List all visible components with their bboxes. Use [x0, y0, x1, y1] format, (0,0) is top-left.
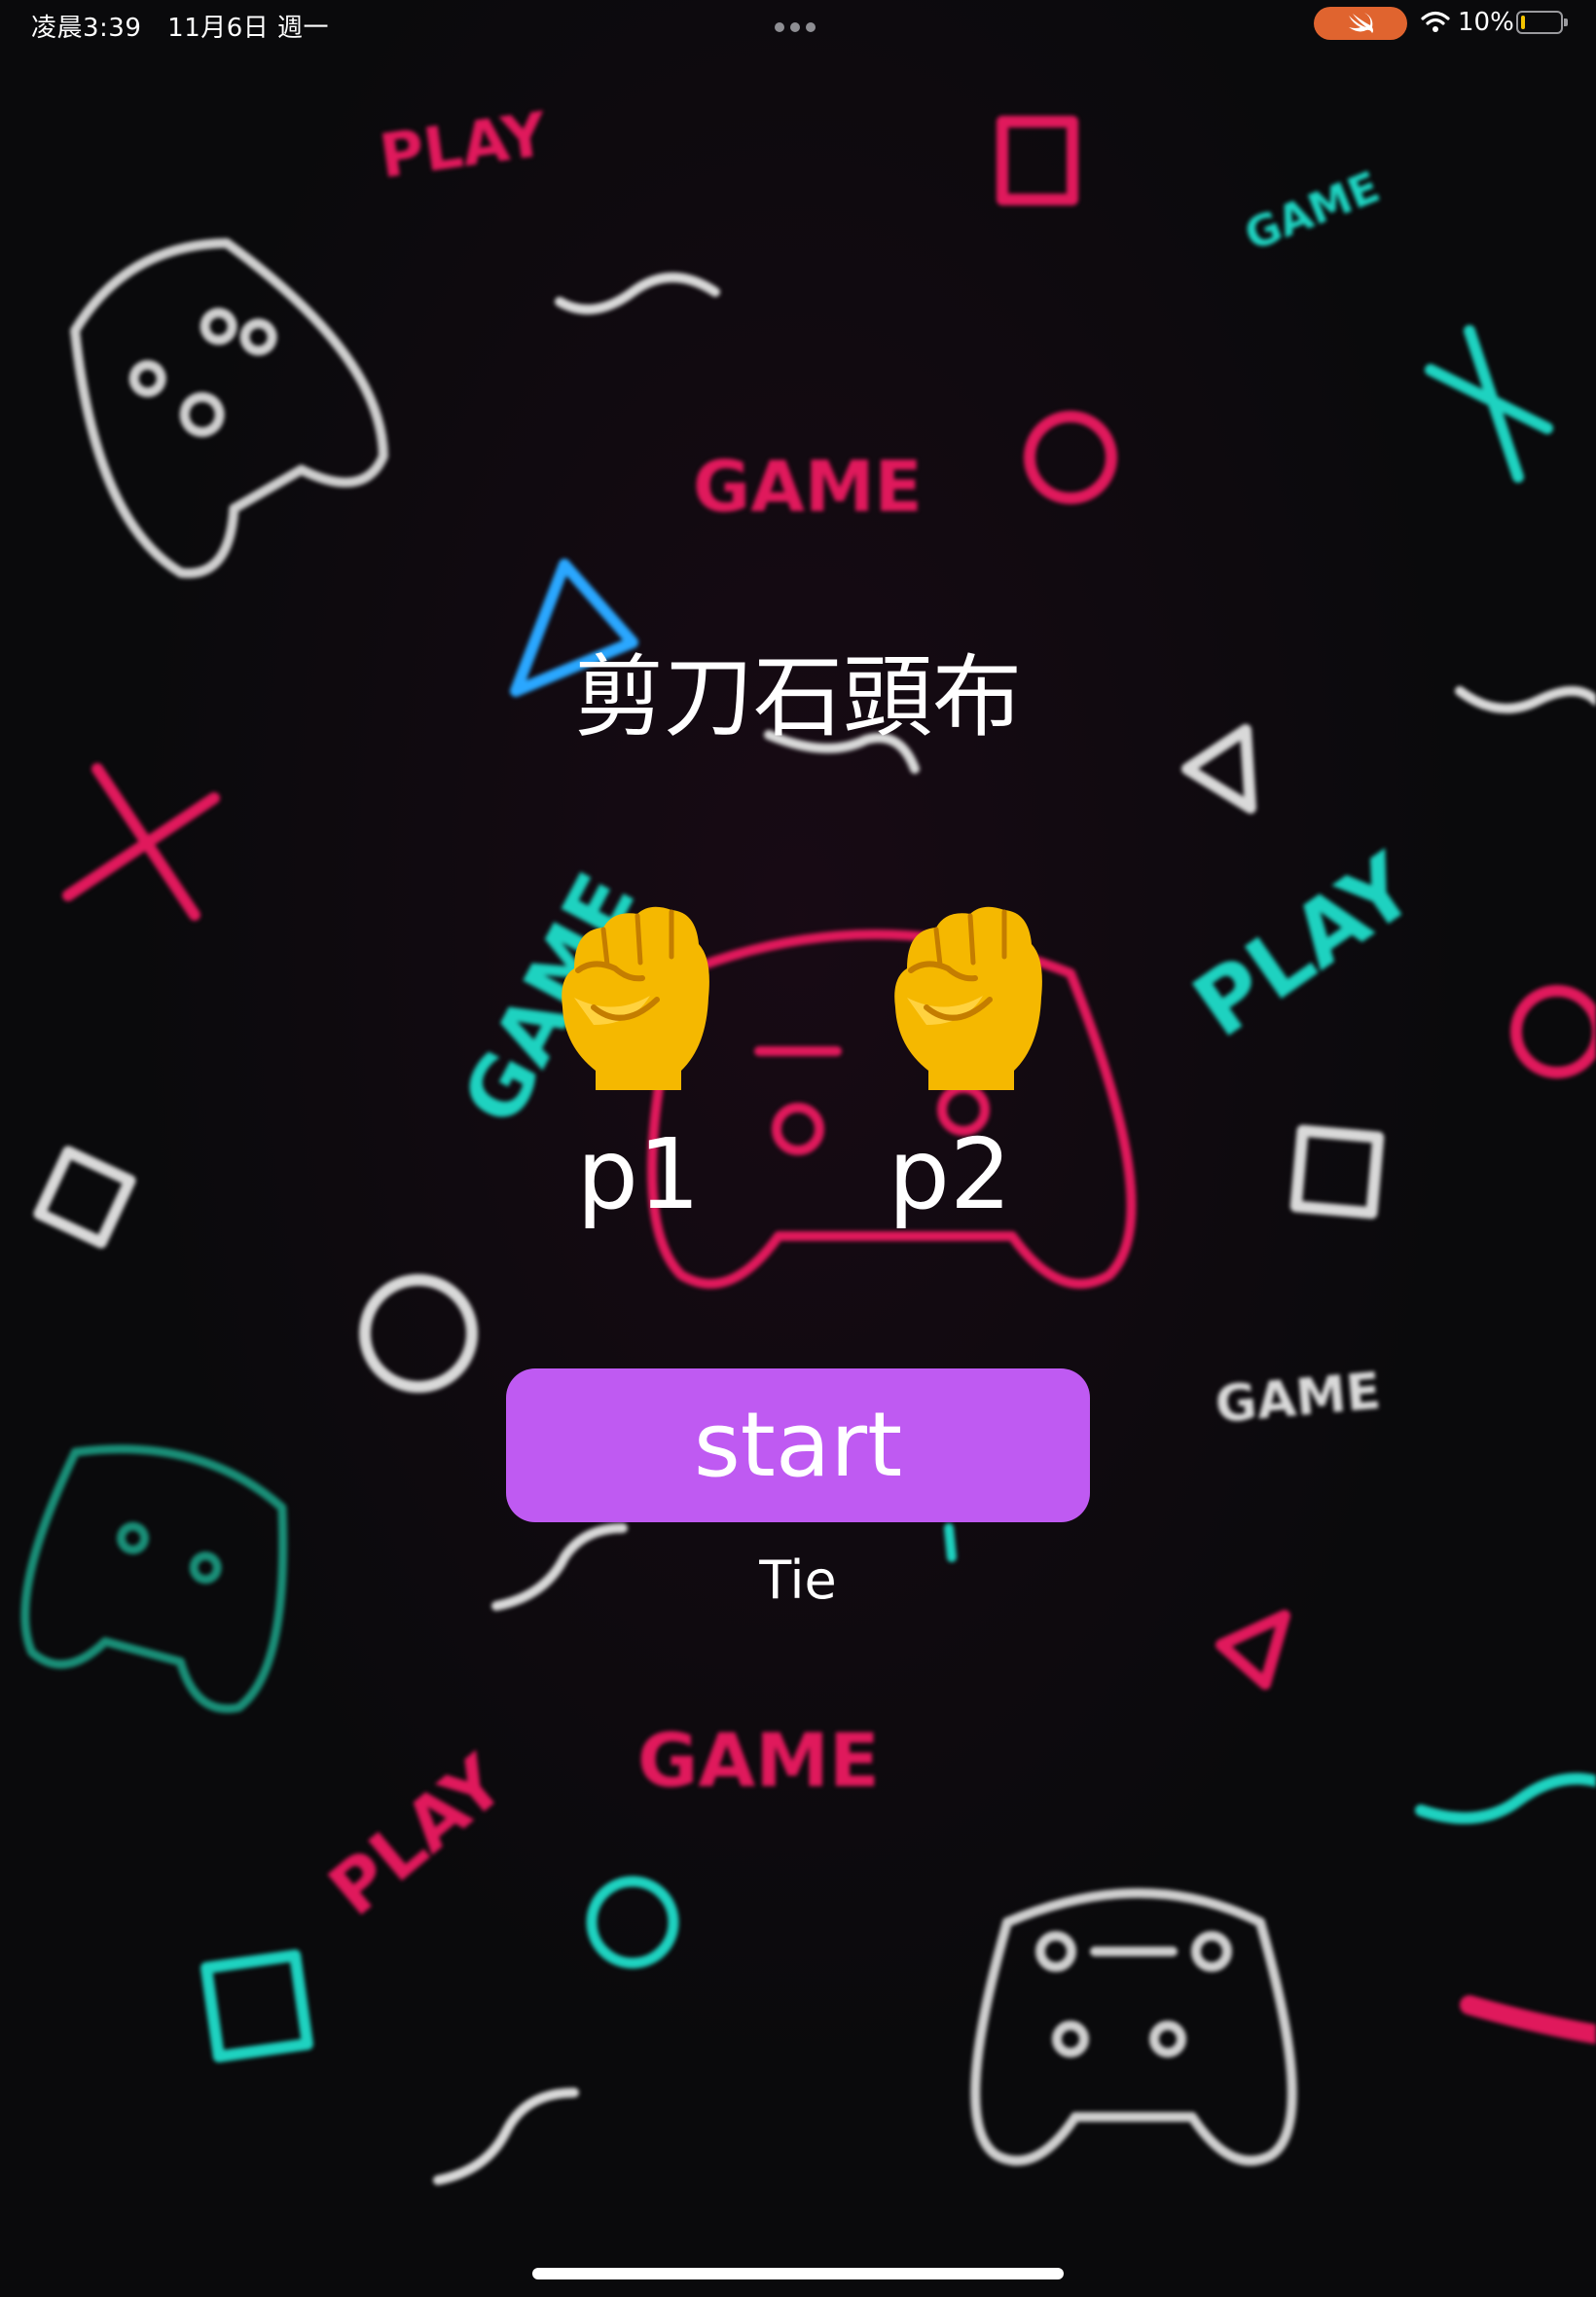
app-screen: PLAY GAME GAME GAME PLAY GAME PLAY GAME … — [0, 0, 1596, 2297]
squiggle-icon — [555, 273, 720, 314]
bg-word-game: GAME — [1238, 163, 1387, 261]
circle-icon — [359, 1274, 478, 1393]
more-dots-icon[interactable] — [775, 18, 821, 32]
battery-percent: 10% — [1458, 8, 1514, 37]
square-icon — [33, 1146, 136, 1249]
triangle-icon — [1181, 724, 1256, 814]
bg-word-play: PLAY — [313, 1739, 522, 1933]
start-button[interactable]: start — [506, 1368, 1090, 1522]
square-icon — [997, 116, 1078, 205]
controller-icon — [970, 1888, 1297, 2166]
x-icon — [1425, 325, 1553, 483]
swift-icon[interactable] — [1314, 7, 1407, 40]
circle-icon — [586, 1876, 679, 1969]
battery-icon — [1516, 11, 1568, 34]
home-indicator[interactable] — [532, 2268, 1064, 2279]
result-text: Tie — [759, 1550, 837, 1611]
circle-icon — [1024, 411, 1117, 504]
circle-icon — [1510, 985, 1596, 1078]
squiggle-icon — [1415, 1772, 1596, 1824]
squiggle-icon — [1455, 686, 1596, 713]
gamer-pattern-background: PLAY GAME GAME GAME PLAY GAME PLAY GAME — [20, 98, 1596, 2185]
bg-word-game: GAME — [1213, 1363, 1383, 1436]
player1-label: p1 — [576, 1117, 701, 1231]
raised-fist-icon — [562, 906, 709, 1090]
raised-fist-icon — [894, 906, 1042, 1090]
wifi-icon — [1421, 11, 1450, 32]
triangle-icon — [1215, 1610, 1290, 1690]
bg-word-play: PLAY — [376, 98, 552, 192]
square-icon — [200, 1950, 313, 2062]
battery-level — [1521, 16, 1525, 29]
square-icon — [1289, 1124, 1385, 1220]
game-title: 剪刀石頭布 — [573, 645, 1022, 749]
bg-word-game: GAME — [637, 1717, 880, 1804]
controller-icon — [70, 237, 388, 579]
x-icon — [62, 763, 220, 921]
status-datetime: 凌晨3:39 11月6日 週一 — [31, 8, 346, 44]
status-date: 11月6日 週一 — [167, 14, 330, 43]
player2-label: p2 — [888, 1117, 1012, 1231]
bg-word-play: PLAY — [1176, 833, 1434, 1057]
bg-word-game: GAME — [693, 446, 923, 528]
status-time: 凌晨3:39 — [31, 14, 142, 43]
squiggle-icon — [433, 2088, 579, 2185]
controller-icon — [20, 1444, 288, 1714]
status-bar: 凌晨3:39 11月6日 週一 10% — [0, 0, 1596, 49]
